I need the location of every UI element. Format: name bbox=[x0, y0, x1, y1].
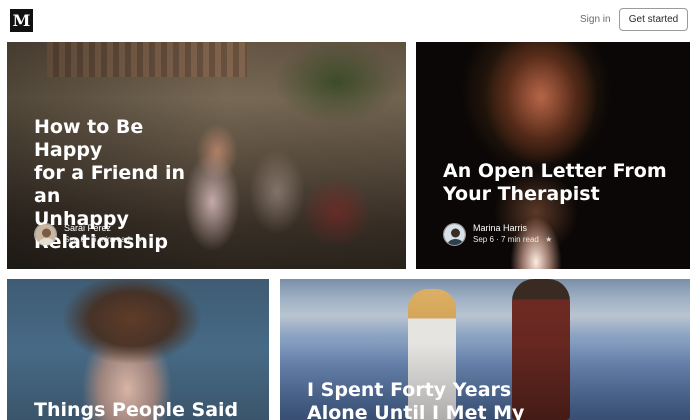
author-name[interactable]: Marina Harris bbox=[473, 222, 552, 234]
sign-in-link[interactable]: Sign in bbox=[580, 14, 611, 25]
top-bar: M Sign in Get started bbox=[0, 0, 700, 41]
story-card[interactable]: Things People Said bbox=[7, 279, 269, 420]
story-card[interactable]: How to Be Happy for a Friend in an Unhap… bbox=[7, 42, 406, 269]
story-date: Sep 6 bbox=[64, 235, 85, 244]
medium-logo[interactable]: M bbox=[10, 9, 33, 32]
story-dateline: Sep 6 · 6 min read ★ bbox=[64, 234, 143, 246]
star-icon: ★ bbox=[136, 235, 144, 244]
author-name[interactable]: Sarai Perez bbox=[64, 222, 143, 234]
story-date: Sep 6 bbox=[473, 235, 494, 244]
author-avatar[interactable] bbox=[443, 222, 466, 246]
story-meta: Sarai Perez Sep 6 · 6 min read ★ bbox=[34, 222, 143, 246]
story-title[interactable]: Things People Said bbox=[34, 399, 264, 420]
read-time: 6 min read bbox=[92, 235, 130, 244]
read-time: 7 min read bbox=[501, 235, 539, 244]
story-meta: Marina Harris Sep 6 · 7 min read ★ bbox=[443, 222, 552, 246]
story-title[interactable]: An Open Letter From Your Therapist bbox=[443, 160, 673, 206]
get-started-button[interactable]: Get started bbox=[619, 8, 688, 31]
separator-dot: · bbox=[87, 235, 90, 244]
story-dateline: Sep 6 · 7 min read ★ bbox=[473, 234, 552, 246]
story-title[interactable]: I Spent Forty Years Alone Until I Met My bbox=[307, 379, 537, 420]
star-icon: ★ bbox=[545, 235, 553, 244]
story-card[interactable]: An Open Letter From Your Therapist Marin… bbox=[416, 42, 690, 269]
story-card[interactable]: I Spent Forty Years Alone Until I Met My bbox=[280, 279, 690, 420]
author-avatar[interactable] bbox=[34, 222, 57, 246]
separator-dot: · bbox=[496, 235, 499, 244]
